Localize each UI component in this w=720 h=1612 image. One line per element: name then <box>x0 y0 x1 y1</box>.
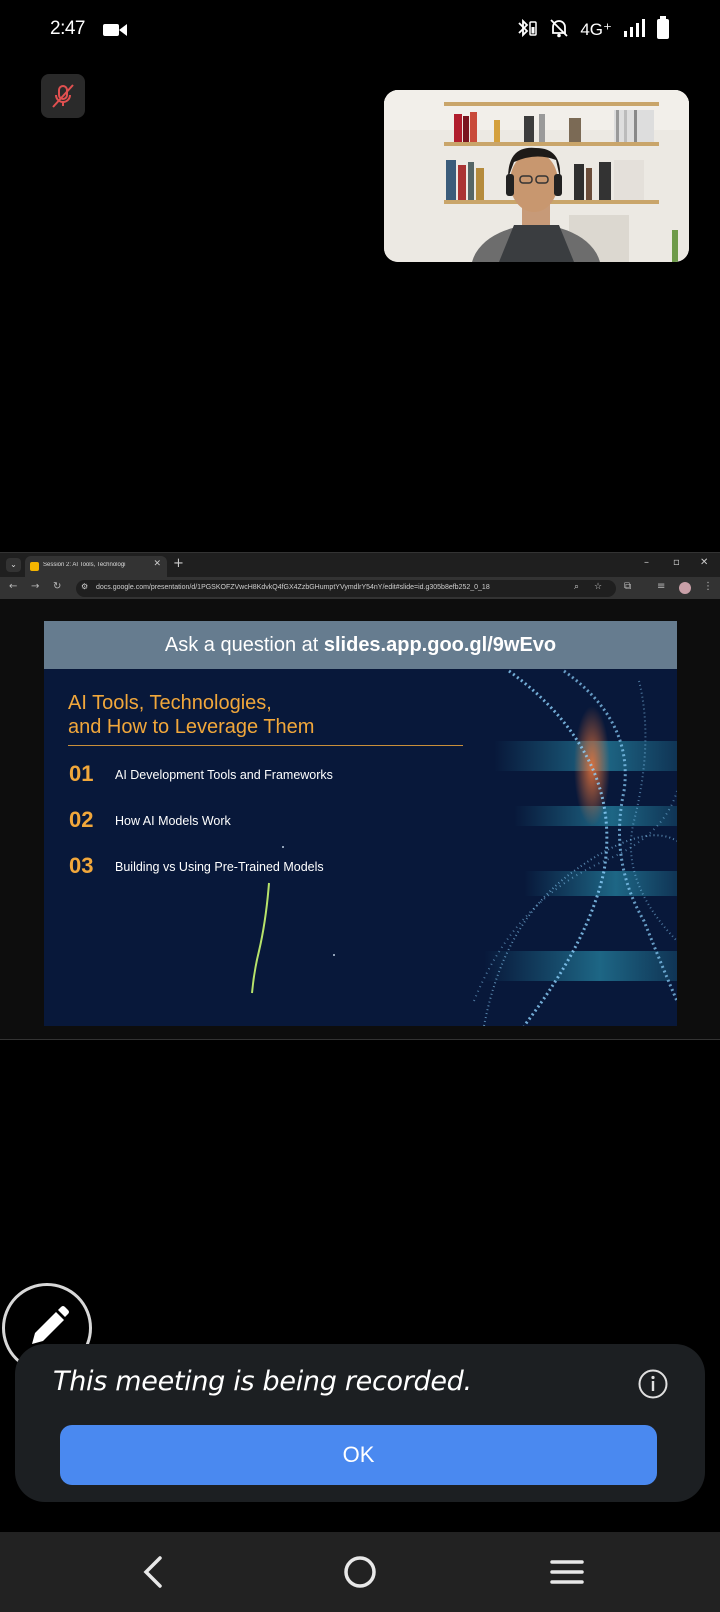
browser-menu-icon[interactable]: ⋮ <box>703 581 713 592</box>
ok-button[interactable]: OK <box>60 1425 657 1485</box>
nav-home-button[interactable] <box>338 1552 382 1592</box>
system-navigation-bar <box>0 1532 720 1612</box>
extensions-icon[interactable]: ⧉ <box>624 581 631 592</box>
nav-back-button[interactable] <box>131 1552 175 1592</box>
signal-icon <box>622 18 646 42</box>
url-text: docs.google.com/presentation/d/1PGSKOFZV… <box>96 584 490 591</box>
notifications-off-icon <box>548 17 570 43</box>
agenda-item: How AI Models Work <box>115 814 231 828</box>
forward-icon[interactable]: → <box>31 581 39 592</box>
slide-title-divider <box>68 745 463 746</box>
video-recording-icon <box>103 22 127 42</box>
agenda-item: AI Development Tools and Frameworks <box>115 768 333 782</box>
tab-search-button[interactable]: ⌄ <box>6 558 21 572</box>
agenda-item: Building vs Using Pre-Trained Models <box>115 860 324 874</box>
site-info-icon[interactable]: ⚙ <box>81 582 88 591</box>
recording-notice-dialog: This meeting is being recorded. OK <box>15 1344 705 1502</box>
tab-title: Session 2: AI Tools, Technologi <box>43 562 126 568</box>
status-icons: 4G⁺ <box>516 16 670 44</box>
bookmark-star-icon[interactable]: ☆ <box>594 582 602 592</box>
slide-banner: Ask a question at slides.app.goo.gl/9wEv… <box>44 621 677 669</box>
status-bar: 2:47 4G⁺ <box>0 0 720 62</box>
new-tab-icon[interactable]: + <box>173 556 184 571</box>
recording-message: This meeting is being recorded. <box>53 1366 472 1397</box>
slide-title: AI Tools, Technologies, and How to Lever… <box>68 691 314 739</box>
browser-tab-active[interactable]: Session 2: AI Tools, Technologi ✕ <box>25 556 167 577</box>
battery-icon <box>656 16 670 44</box>
home-circle-icon <box>344 1556 376 1588</box>
nav-menu-button[interactable] <box>545 1552 589 1592</box>
reload-icon[interactable]: ↻ <box>53 581 61 592</box>
agenda-number: 03 <box>69 853 94 878</box>
mic-off-icon <box>52 84 74 108</box>
slide-title-line2: and How to Leverage Them <box>68 716 315 738</box>
zoom-icon[interactable]: ⌕ <box>574 582 579 592</box>
slides-favicon-icon <box>30 562 39 571</box>
back-chevron-icon <box>143 1556 162 1588</box>
profile-avatar[interactable] <box>679 582 691 594</box>
mic-muted-button[interactable] <box>41 74 85 118</box>
slide-title-line1: AI Tools, Technologies, <box>68 692 272 714</box>
banner-prefix: Ask a question at <box>164 634 324 656</box>
reading-list-icon[interactable]: ≡ <box>657 581 665 592</box>
address-bar[interactable]: ⚙ docs.google.com/presentation/d/1PGSKOF… <box>76 580 616 597</box>
banner-link: slides.app.goo.gl/9wEvo <box>323 634 557 656</box>
agenda-number: 01 <box>69 761 94 786</box>
browser-toolbar: ← → ↻ ⚙ docs.google.com/presentation/d/1… <box>0 577 720 599</box>
minimize-icon[interactable]: – <box>644 557 649 568</box>
bluetooth-battery-icon <box>516 17 538 43</box>
maximize-icon[interactable]: ▫ <box>673 557 680 568</box>
menu-lines-icon <box>550 1560 584 1584</box>
network-type: 4G⁺ <box>580 20 612 39</box>
participant-video-frame <box>384 90 689 262</box>
presentation-slide: Ask a question at slides.app.goo.gl/9wEv… <box>44 621 677 1026</box>
back-icon[interactable]: ← <box>9 581 17 592</box>
tab-close-icon[interactable]: ✕ <box>153 559 161 569</box>
agenda-number: 02 <box>69 807 94 832</box>
info-icon[interactable] <box>637 1368 669 1404</box>
shared-screen: ⌄ Session 2: AI Tools, Technologi ✕ + – … <box>0 552 720 1040</box>
browser-tabbar: ⌄ Session 2: AI Tools, Technologi ✕ + – … <box>0 553 720 577</box>
status-time: 2:47 <box>50 18 85 39</box>
close-window-icon[interactable]: ✕ <box>700 557 708 568</box>
participant-video[interactable] <box>384 90 689 262</box>
